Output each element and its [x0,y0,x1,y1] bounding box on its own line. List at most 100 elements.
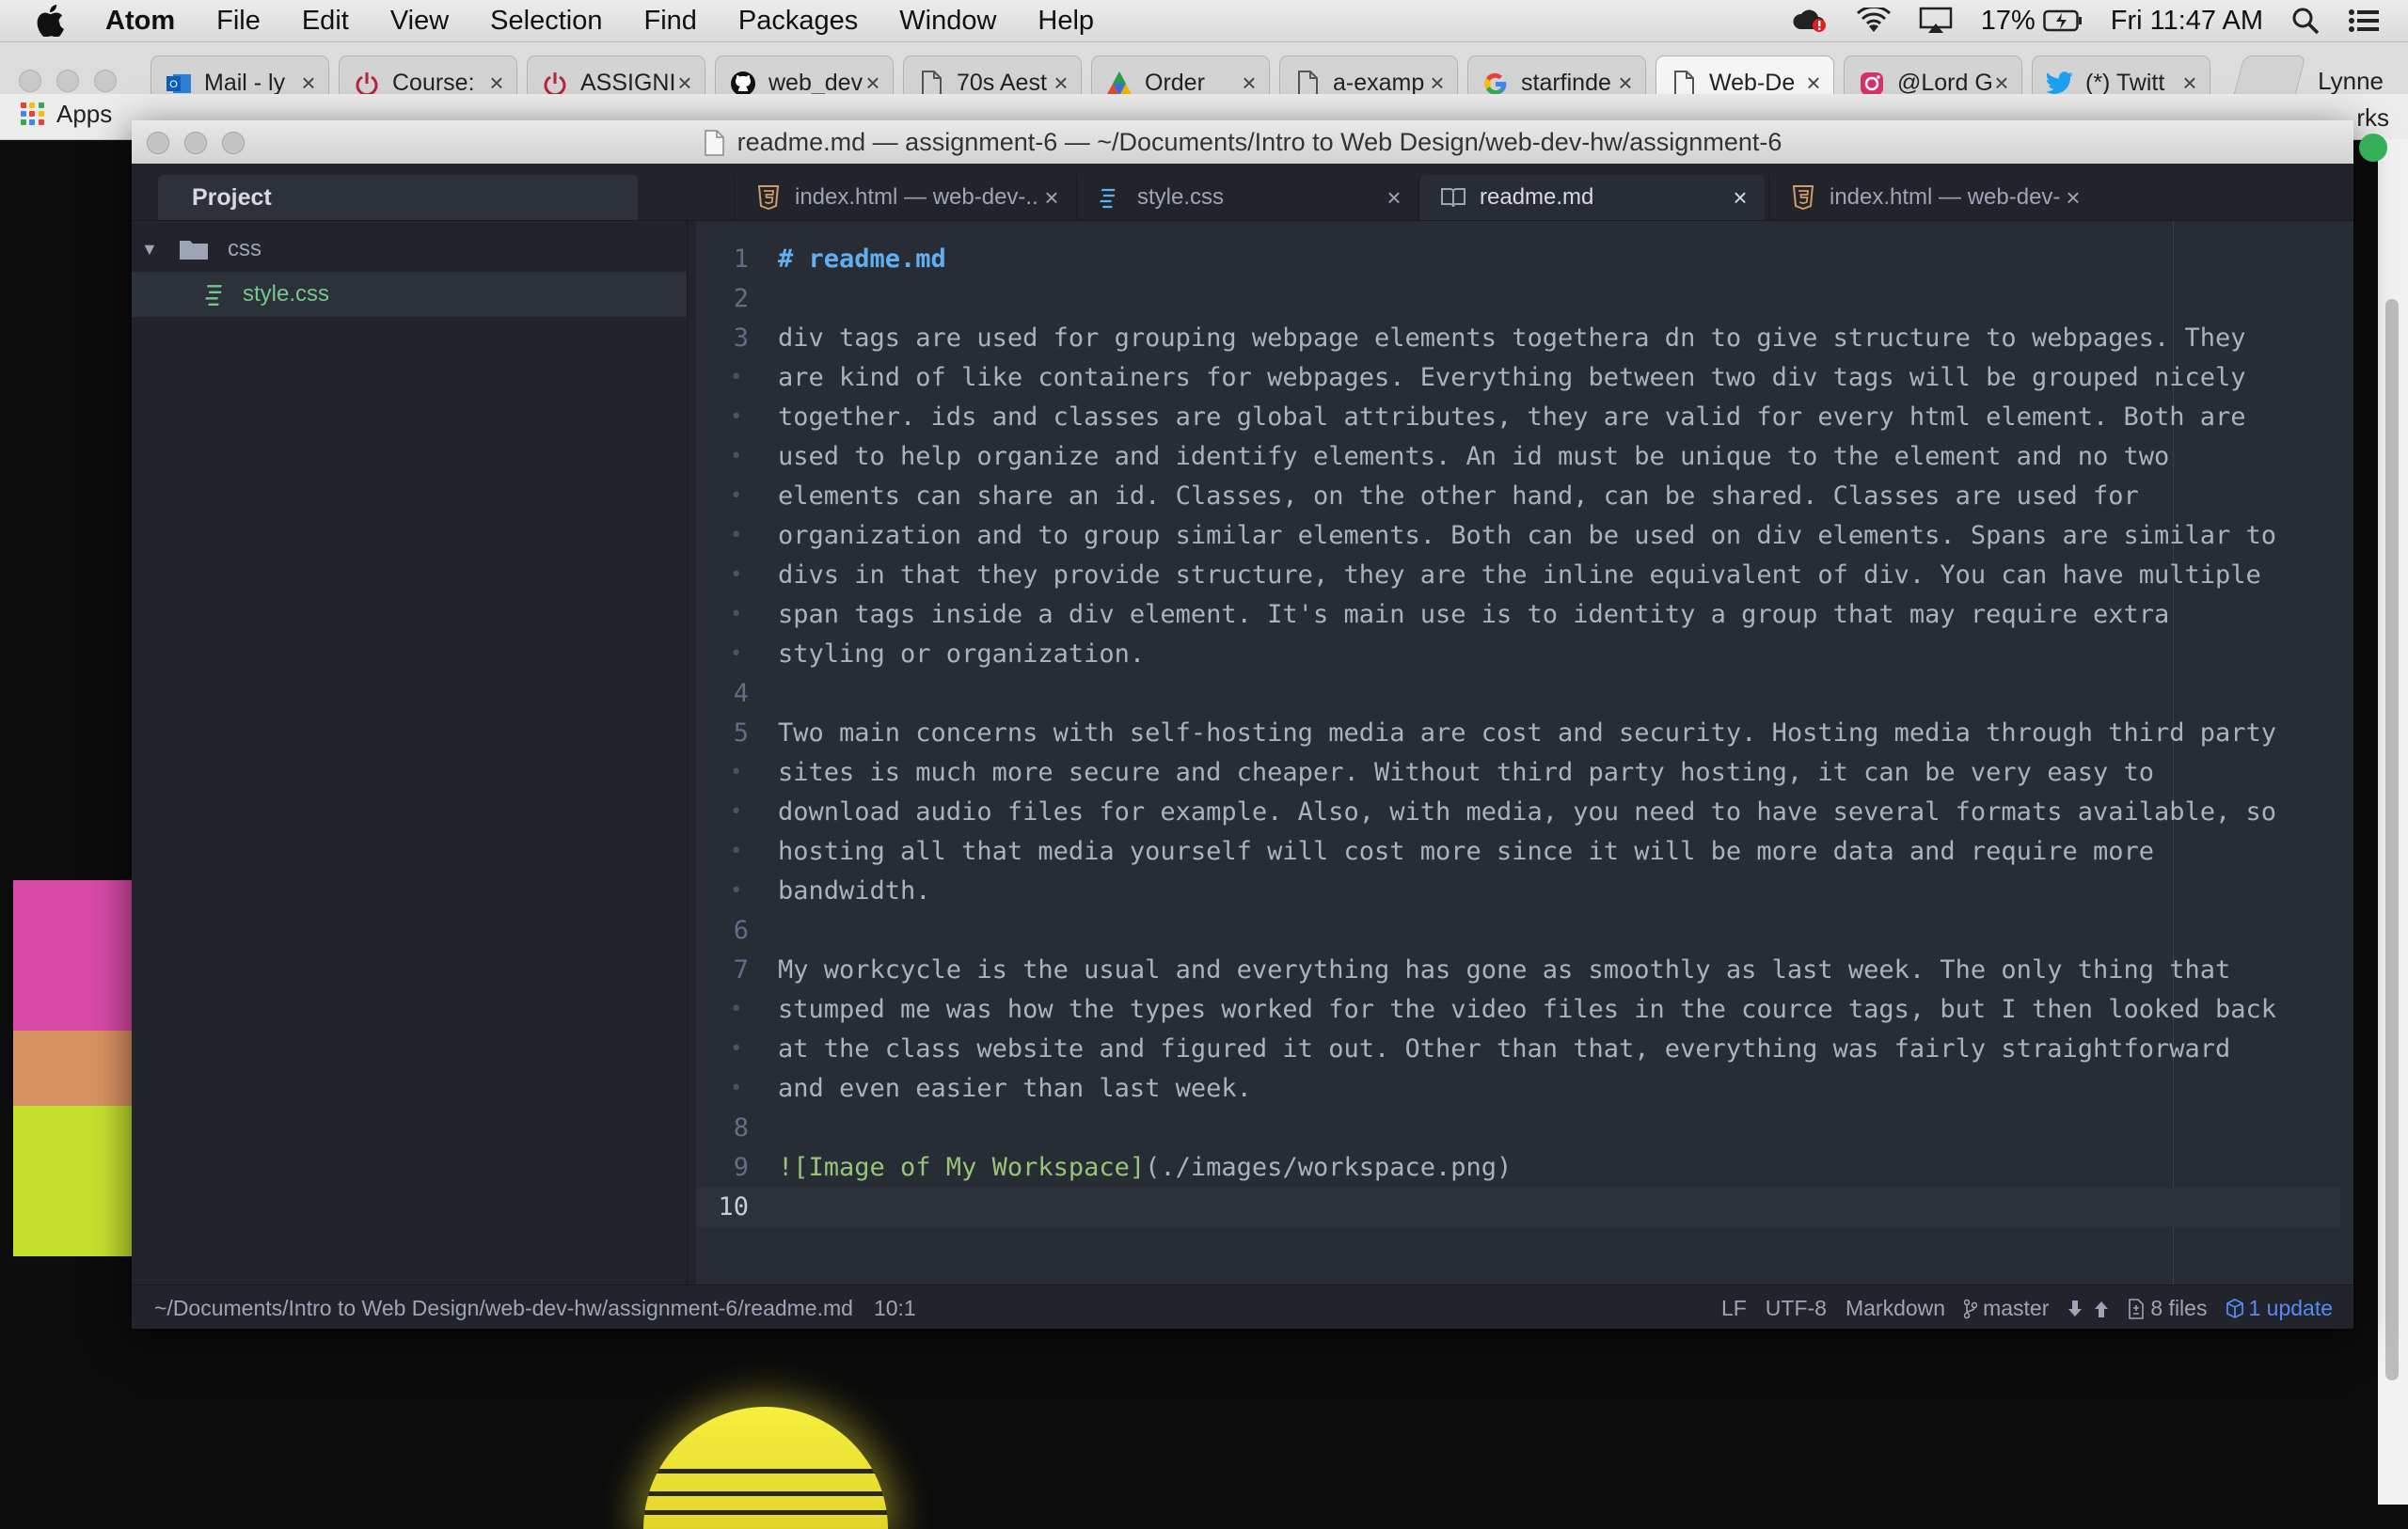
status-grammar[interactable]: Markdown [1846,1296,1945,1321]
editor-line[interactable]: • hosting all that media yourself will co… [696,832,2353,872]
editor-tab-index-html-1[interactable]: index.html — web-dev-... × [734,175,1076,220]
close-icon[interactable]: × [2062,183,2084,213]
menu-find[interactable]: Find [623,6,717,37]
tree-folder-css[interactable]: ▼ css [132,227,687,272]
status-file-count[interactable]: 8 files [2128,1296,2207,1321]
browser-scrollbar[interactable] [2378,139,2408,1505]
line-number[interactable]: 6 [696,911,749,951]
editor-line[interactable]: • divs in that they provide structure, th… [696,556,2353,595]
editor-line[interactable]: • are kind of like containers for webpage… [696,358,2353,398]
tab-project[interactable]: Project [158,175,638,220]
editor-line[interactable]: • stumped me was how the types worked for… [696,990,2353,1030]
line-text: and even easier than last week. [778,1074,1252,1103]
git-fetch-down-icon[interactable] [2067,1300,2083,1318]
editor-line[interactable]: 8 [696,1109,2353,1148]
line-text: My workcycle is the usual and everything… [778,955,2231,985]
status-git-branch[interactable]: master [1964,1296,2049,1321]
menu-help[interactable]: Help [1017,6,1115,37]
chrome-zoom-control[interactable] [94,70,117,92]
document-icon [704,129,724,156]
editor-line[interactable]: 5 Two main concerns with self-hosting med… [696,714,2353,753]
apple-icon[interactable] [36,5,88,37]
editor-tab-style-css[interactable]: style.css × [1076,175,1418,220]
chrome-close-control[interactable] [19,70,41,92]
editor-line[interactable]: • bandwidth. [696,872,2353,911]
outlook-icon: O [165,70,193,98]
chevron-down-icon[interactable]: ▼ [141,240,162,260]
menu-window[interactable]: Window [879,6,1017,37]
chrome-profile-name[interactable]: Lynne [2318,67,2384,96]
editor-line[interactable]: 9 ![Image of My Workspace](./images/works… [696,1148,2353,1188]
airplay-icon[interactable] [1919,7,1953,35]
line-text: divs in that they provide structure, the… [778,560,2261,590]
editor-line[interactable]: • elements can share an id. Classes, on t… [696,477,2353,516]
line-number[interactable]: 8 [696,1109,749,1148]
editor-line[interactable]: • download audio files for example. Also,… [696,793,2353,832]
line-number[interactable]: 10 [696,1188,749,1227]
editor-line[interactable]: 6 [696,911,2353,951]
line-number[interactable]: 1 [696,240,749,279]
menu-selection[interactable]: Selection [469,6,623,37]
bookmark-apps[interactable]: Apps [21,100,112,129]
close-icon[interactable]: × [1729,183,1751,213]
atom-window: readme.md — assignment-6 — ~/Documents/I… [132,120,2353,1329]
editor-tab-index-html-2[interactable]: index.html — web-dev-... × [1768,175,2098,220]
menubar-clock[interactable]: Fri 11:47 AM [2111,6,2263,37]
tree-file-style-css[interactable]: style.css [132,272,687,317]
editor-line[interactable]: • used to help organize and identify elem… [696,437,2353,477]
editor-tab-readme-md[interactable]: readme.md × [1418,175,1765,220]
status-line-ending[interactable]: LF [1721,1296,1747,1321]
editor-scrollbar[interactable] [2340,221,2353,1285]
line-number[interactable]: 9 [696,1148,749,1188]
editor-line[interactable]: 1 # readme.md [696,240,2353,279]
line-number[interactable]: 5 [696,714,749,753]
spotlight-search-icon[interactable] [2291,7,2320,35]
line-number[interactable]: 4 [696,674,749,714]
color-swatch-lime [13,1106,134,1256]
editor-line[interactable]: 4 [696,674,2353,714]
editor-line[interactable]: • together. ids and classes are global at… [696,398,2353,437]
git-push-up-icon[interactable] [2094,1300,2109,1318]
menu-edit[interactable]: Edit [281,6,370,37]
status-cursor-position[interactable]: 10:1 [874,1296,916,1321]
scrollbar-thumb[interactable] [2385,299,2399,1380]
line-number[interactable]: 7 [696,951,749,990]
editor-line[interactable]: 10 [696,1188,2353,1227]
editor-line[interactable]: • sites is much more secure and cheaper. … [696,753,2353,793]
chrome-update-icon[interactable] [2359,134,2387,162]
menu-file[interactable]: File [196,6,281,37]
document-icon [1670,70,1698,98]
editor-line[interactable]: 3 div tags are used for grouping webpage … [696,319,2353,358]
soft-wrap-bullet: • [730,603,743,626]
chrome-minimize-control[interactable] [56,70,79,92]
editor-line[interactable]: • span tags inside a div element. It's ma… [696,595,2353,635]
editor-line[interactable]: • and even easier than last week. [696,1069,2353,1109]
bookmark-other[interactable]: rks [2356,103,2389,133]
html5-icon [1790,184,1816,211]
editor-line[interactable]: • styling or organization. [696,635,2353,674]
status-encoding[interactable]: UTF-8 [1766,1296,1827,1321]
soft-wrap-bullet: • [730,366,743,389]
text-editor[interactable]: 1 # readme.md 2 3 div tags are used for grou… [696,221,2353,1285]
menu-app-name[interactable]: Atom [88,6,196,37]
menu-packages[interactable]: Packages [718,6,879,37]
battery-percent: 17% [1980,5,2036,36]
line-number[interactable]: 3 [696,319,749,358]
editor-line[interactable]: 2 [696,279,2353,319]
menu-view[interactable]: View [370,6,469,37]
creative-cloud-icon[interactable] [1791,7,1829,35]
wifi-icon[interactable] [1856,8,1891,34]
status-package-update[interactable]: 1 update [2226,1296,2333,1321]
editor-line[interactable]: 7 My workcycle is the usual and everythin… [696,951,2353,990]
macos-menubar: Atom File Edit View Selection Find Packa… [0,0,2408,42]
status-file-path[interactable]: ~/Documents/Intro to Web Design/web-dev-… [154,1296,853,1321]
notification-center-icon[interactable] [2348,8,2380,34]
line-text: elements can share an id. Classes, on th… [778,481,2139,511]
soft-wrap-bullet: • [730,563,743,587]
battery-icon[interactable] [2043,9,2083,32]
close-icon[interactable]: × [1383,183,1405,213]
editor-line[interactable]: • organization and to group similar eleme… [696,516,2353,556]
line-number[interactable]: 2 [696,279,749,319]
editor-line[interactable]: • at the class website and figured it out… [696,1030,2353,1069]
close-icon[interactable]: × [1040,183,1063,213]
